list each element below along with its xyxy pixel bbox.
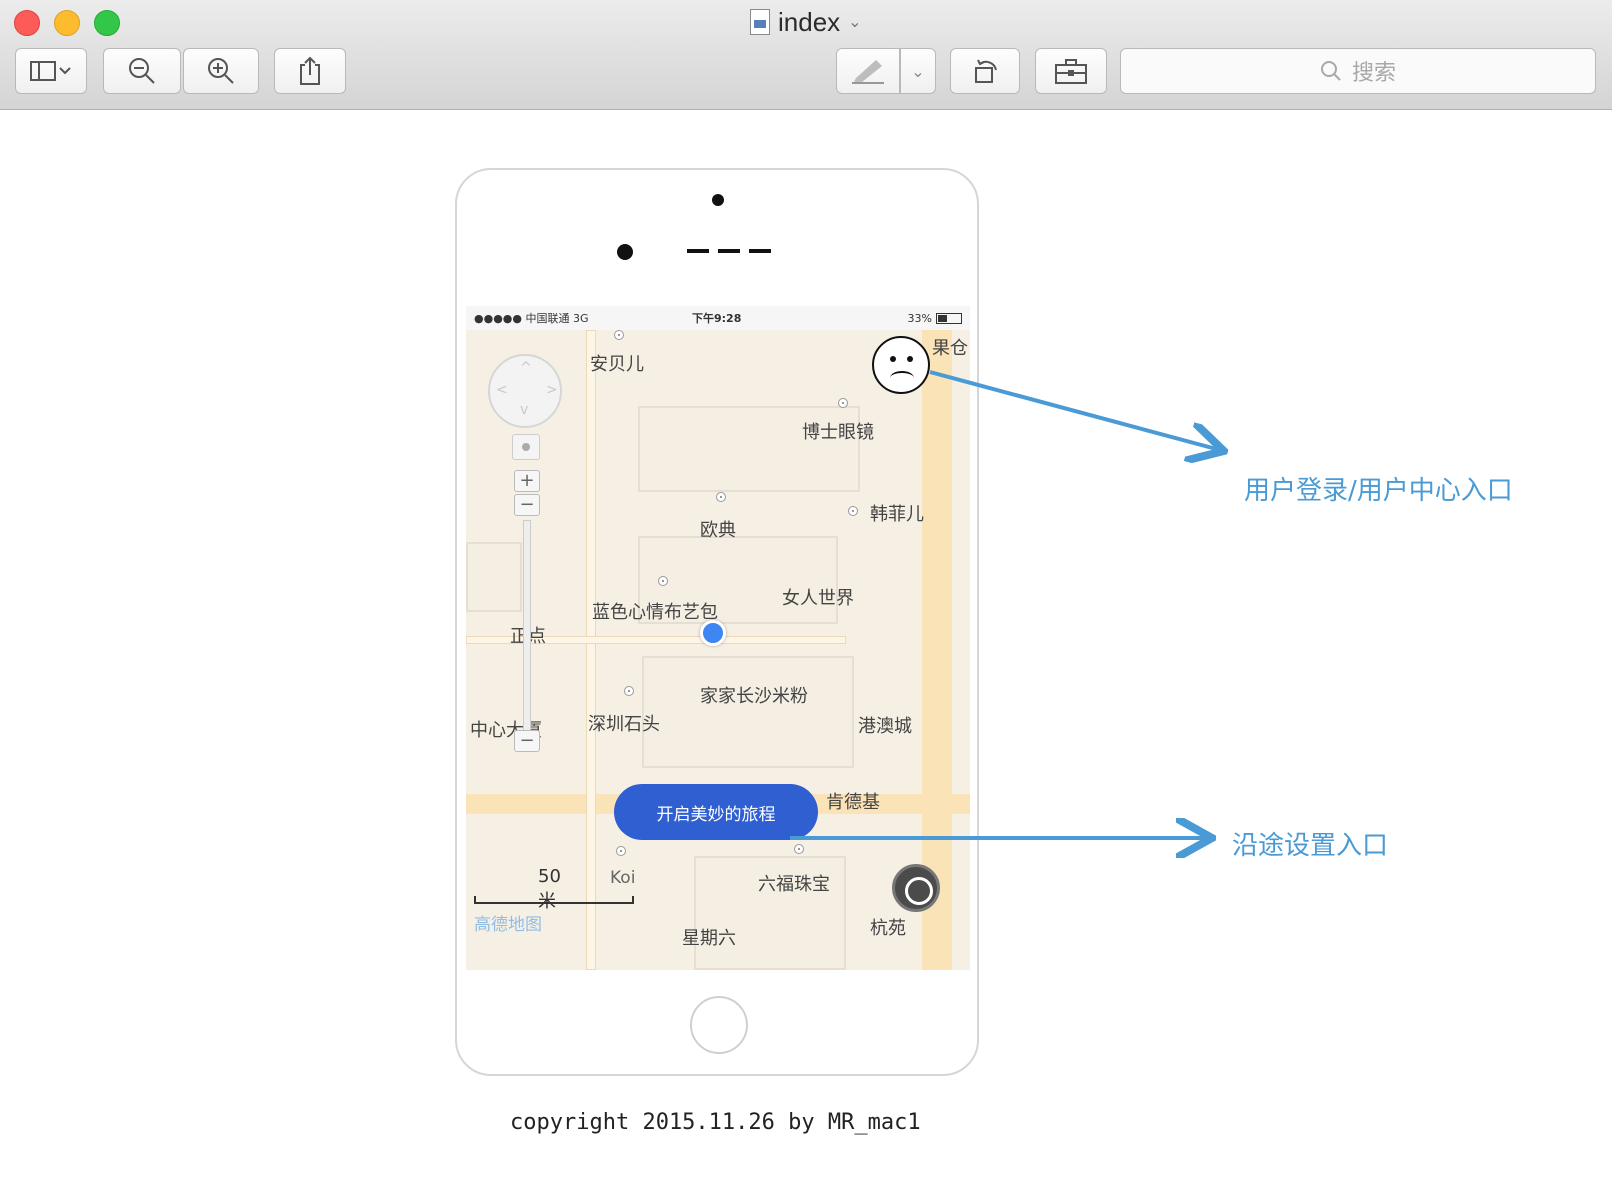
- search-icon: [1320, 61, 1341, 81]
- map-reset-button[interactable]: [512, 434, 540, 460]
- markup-menu-button[interactable]: ⌄: [900, 48, 936, 94]
- close-window-button[interactable]: [14, 10, 40, 36]
- map-zoom-slider-handle[interactable]: −: [514, 494, 540, 516]
- map-building: [642, 656, 854, 768]
- front-camera-icon: [712, 194, 724, 206]
- share-icon: [300, 56, 320, 85]
- map-building: [466, 542, 522, 612]
- poi-marker: [624, 686, 634, 696]
- window-titlebar: index ⌄ ⌄ 搜索: [0, 0, 1612, 110]
- poi-label[interactable]: 安贝儿: [590, 350, 644, 376]
- zoom-out-button[interactable]: [103, 48, 181, 94]
- window-title-text: index: [778, 6, 841, 37]
- map-zoom-slider[interactable]: [523, 520, 531, 742]
- document-icon: [750, 9, 770, 35]
- poi-marker: [616, 846, 626, 856]
- zoom-in-button[interactable]: [183, 48, 259, 94]
- pan-up-icon: ^: [520, 360, 532, 376]
- login-annotation: 用户登录/用户中心入口: [1244, 476, 1513, 506]
- maximize-window-button[interactable]: [94, 10, 120, 36]
- pan-control[interactable]: ^ < > v: [488, 354, 562, 428]
- zoom-in-icon: [208, 58, 234, 84]
- poi-label[interactable]: 星期六: [682, 924, 736, 950]
- poi-label[interactable]: 欧典: [700, 516, 736, 542]
- poi-label[interactable]: 女人世界: [782, 584, 854, 610]
- markup-button[interactable]: [836, 48, 900, 94]
- share-button[interactable]: [274, 48, 346, 94]
- phone-mockup: ●●●●● 中国联通 3G 下午9:28 33% 安贝儿 博士眼镜 韩菲儿 欧典…: [455, 168, 979, 1076]
- poi-label[interactable]: 港澳城: [858, 712, 912, 738]
- battery-indicator: 33%: [908, 312, 962, 325]
- map-zoom-in-button[interactable]: +: [514, 470, 540, 492]
- locate-me-button[interactable]: [892, 864, 940, 912]
- clock-label: 下午9:28: [692, 312, 742, 325]
- poi-label[interactable]: 博士眼镜: [802, 418, 874, 444]
- current-location-marker: [700, 620, 726, 646]
- poi-marker: [794, 844, 804, 854]
- zoom-out-icon: [129, 58, 155, 84]
- status-bar: ●●●●● 中国联通 3G 下午9:28 33%: [466, 306, 970, 330]
- toolbox-icon: [1055, 59, 1087, 84]
- minimize-window-button[interactable]: [54, 10, 80, 36]
- poi-label[interactable]: Koi: [610, 868, 635, 888]
- sidebar-icon: [30, 61, 71, 81]
- map-road: [586, 330, 596, 970]
- toolbox-button[interactable]: [1035, 48, 1107, 94]
- pan-left-icon: <: [496, 382, 508, 398]
- battery-icon: [936, 312, 962, 324]
- poi-label[interactable]: 深圳石头: [588, 710, 660, 736]
- search-placeholder: 搜索: [1351, 61, 1396, 86]
- sad-face-eye: [907, 356, 913, 362]
- user-avatar-button[interactable]: [872, 336, 930, 394]
- poi-label[interactable]: 六福珠宝: [758, 870, 830, 896]
- pen-icon: [852, 60, 884, 84]
- start-journey-button[interactable]: 开启美妙的旅程: [614, 784, 818, 840]
- carrier-label: ●●●●● 中国联通 3G: [474, 312, 589, 325]
- sensor-icon: [617, 244, 633, 260]
- window-title[interactable]: index ⌄: [750, 6, 862, 38]
- poi-label[interactable]: 杭苑: [870, 914, 906, 940]
- rotate-button[interactable]: [950, 48, 1020, 94]
- sidebar-toggle-button[interactable]: [15, 48, 87, 94]
- sad-face-mouth: [890, 371, 914, 385]
- map-view[interactable]: 安贝儿 博士眼镜 韩菲儿 欧典 女人世界 蓝色心情布艺包 正点 家家长沙米粉 深…: [466, 330, 970, 970]
- chevron-down-icon: ⌄: [911, 61, 925, 81]
- rotate-icon: [975, 59, 997, 83]
- sad-face-icon: [890, 356, 896, 362]
- battery-percent: 33%: [907, 311, 932, 325]
- search-field[interactable]: 搜索: [1120, 48, 1596, 94]
- scale-label: 50 米: [538, 866, 561, 912]
- scale-bar: [474, 896, 634, 904]
- poi-marker: [614, 330, 624, 340]
- poi-marker: [658, 576, 668, 586]
- pan-down-icon: v: [520, 402, 529, 418]
- poi-label[interactable]: 家家长沙米粉: [700, 682, 808, 708]
- map-zoom-out-button[interactable]: −: [514, 730, 540, 752]
- poi-marker: [848, 506, 858, 516]
- speaker-grille: [687, 249, 771, 253]
- copyright-text: copyright 2015.11.26 by MR_mac1: [510, 1110, 921, 1135]
- chevron-down-icon: ⌄: [848, 14, 862, 31]
- poi-label[interactable]: 蓝色心情布艺包: [592, 598, 718, 624]
- home-button[interactable]: [690, 996, 748, 1054]
- route-annotation: 沿途设置入口: [1232, 831, 1389, 861]
- poi-marker: [838, 398, 848, 408]
- poi-marker: [716, 492, 726, 502]
- poi-label[interactable]: 果仓: [932, 334, 968, 360]
- pan-right-icon: >: [546, 382, 558, 398]
- poi-label[interactable]: 肯德基: [826, 788, 880, 814]
- map-brand-logo: 高德地图: [474, 915, 542, 935]
- phone-screen: ●●●●● 中国联通 3G 下午9:28 33% 安贝儿 博士眼镜 韩菲儿 欧典…: [466, 306, 970, 970]
- poi-label[interactable]: 韩菲儿: [870, 500, 924, 526]
